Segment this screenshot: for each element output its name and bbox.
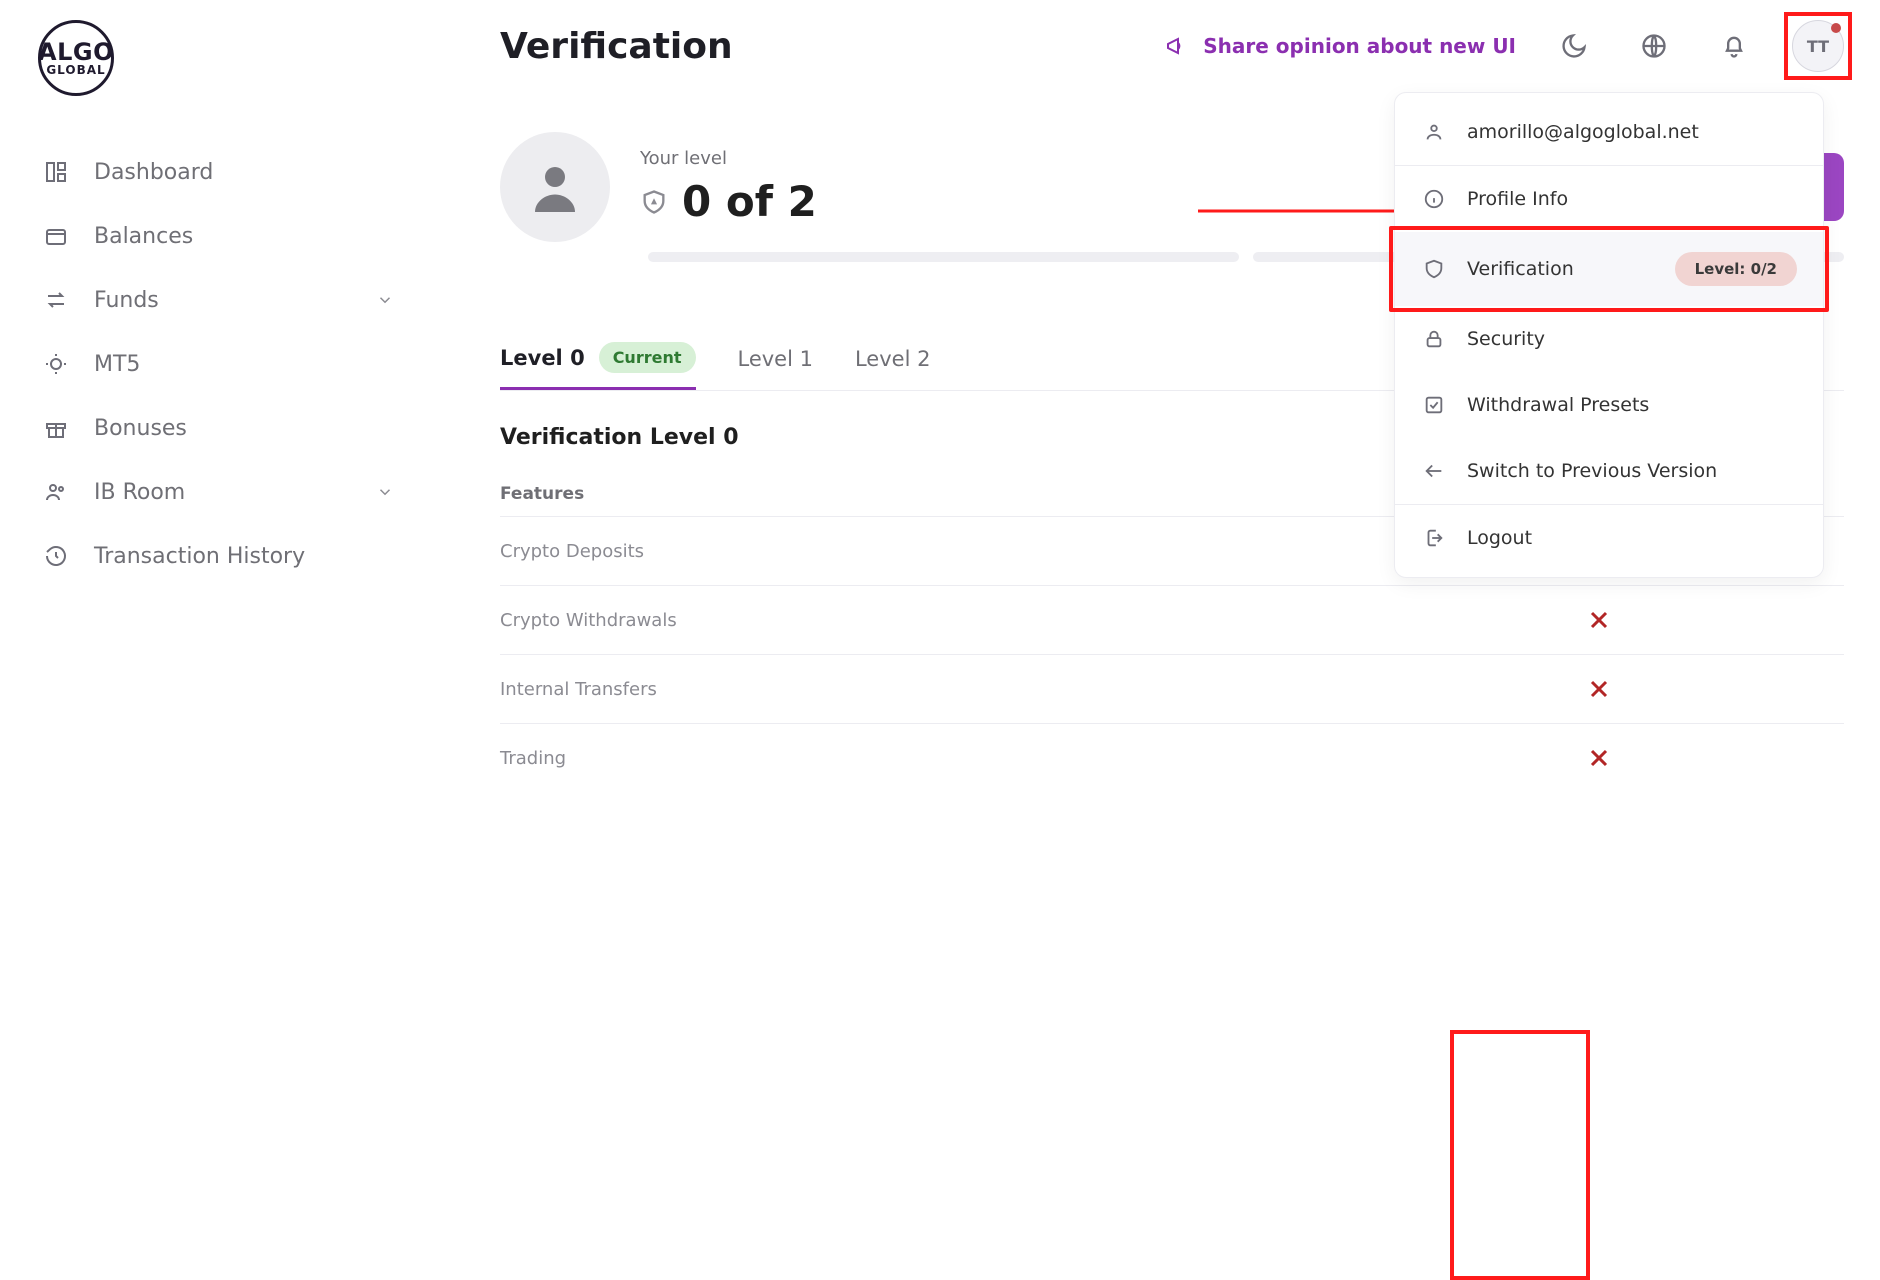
platform-icon: [42, 350, 70, 378]
sidebar-item-label: Transaction History: [94, 544, 305, 569]
cross-icon: [1554, 608, 1644, 632]
menu-email: amorillo@algoglobal.net: [1395, 99, 1823, 165]
user-menu: amorillo@algoglobal.net Profile Info Ver…: [1394, 92, 1824, 578]
user-avatar[interactable]: TT: [1792, 20, 1844, 72]
tab-label: Level 0: [500, 346, 585, 370]
tab-level2[interactable]: Level 2: [855, 347, 930, 385]
menu-security[interactable]: Security: [1395, 306, 1823, 372]
menu-label: Verification: [1467, 258, 1574, 280]
verification-level-pill: Level: 0/2: [1675, 252, 1797, 286]
dashboard-icon: [42, 158, 70, 186]
sidebar-item-label: Funds: [94, 288, 159, 313]
logo-line1: ALGO: [38, 40, 114, 64]
feature-name: Internal Transfers: [500, 679, 657, 700]
tab-level0[interactable]: Level 0 Current: [500, 342, 696, 390]
menu-label: Profile Info: [1467, 188, 1568, 210]
current-badge: Current: [599, 342, 696, 373]
menu-label: Withdrawal Presets: [1467, 394, 1649, 416]
menu-verification[interactable]: Verification Level: 0/2: [1395, 232, 1823, 306]
menu-label: Logout: [1467, 527, 1532, 549]
main-content: Verification Share opinion about new UI: [408, 20, 1844, 792]
sidebar-item-label: Bonuses: [94, 416, 187, 441]
tab-level1[interactable]: Level 1: [738, 347, 813, 385]
chevron-down-icon: [376, 291, 394, 309]
notification-dot-icon: [1831, 23, 1841, 33]
arrow-left-icon: [1421, 458, 1447, 484]
menu-label: Security: [1467, 328, 1545, 350]
shield-badge-icon: [640, 188, 668, 216]
language-button[interactable]: [1632, 24, 1676, 68]
history-icon: [42, 542, 70, 570]
tab-label: Level 1: [738, 347, 813, 371]
gift-icon: [42, 414, 70, 442]
sidebar-item-mt5[interactable]: MT5: [28, 334, 408, 394]
feature-row: Crypto Withdrawals: [500, 585, 1844, 654]
sidebar-item-dashboard[interactable]: Dashboard: [28, 142, 408, 202]
cross-icon: [1554, 677, 1644, 701]
menu-logout[interactable]: Logout: [1395, 504, 1823, 571]
sidebar-nav: Dashboard Balances Funds: [28, 142, 408, 586]
info-icon: [1421, 186, 1447, 212]
logo-line2: GLOBAL: [46, 64, 105, 76]
notifications-button[interactable]: [1712, 24, 1756, 68]
theme-toggle[interactable]: [1552, 24, 1596, 68]
avatar-initials: TT: [1807, 37, 1829, 56]
shield-icon: [1421, 256, 1447, 282]
feature-name: Crypto Withdrawals: [500, 610, 677, 631]
users-icon: [42, 478, 70, 506]
sidebar-item-label: MT5: [94, 352, 140, 377]
features-col-header: Features: [500, 484, 584, 504]
lock-icon: [1421, 326, 1447, 352]
sidebar-item-history[interactable]: Transaction History: [28, 526, 408, 586]
menu-email-text: amorillo@algoglobal.net: [1467, 121, 1699, 143]
level-label: Your level: [640, 148, 817, 169]
tab-label: Level 2: [855, 347, 930, 371]
level-value: 0 of 2: [682, 177, 817, 226]
sidebar-item-bonuses[interactable]: Bonuses: [28, 398, 408, 458]
feature-name: Crypto Deposits: [500, 541, 644, 562]
sidebar-item-funds[interactable]: Funds: [28, 270, 408, 330]
sidebar-item-label: IB Room: [94, 480, 185, 505]
wallet-icon: [42, 222, 70, 250]
globe-icon: [1640, 32, 1668, 60]
sidebar-item-ibroom[interactable]: IB Room: [28, 462, 408, 522]
cross-icon: [1554, 746, 1644, 770]
checkbox-icon: [1421, 392, 1447, 418]
menu-label: Switch to Previous Version: [1467, 460, 1717, 482]
feature-name: Trading: [500, 748, 566, 769]
bell-icon: [1720, 32, 1748, 60]
share-opinion-button[interactable]: Share opinion about new UI: [1165, 34, 1516, 58]
sidebar-item-label: Dashboard: [94, 160, 213, 185]
transfer-icon: [42, 286, 70, 314]
sidebar-item-label: Balances: [94, 224, 193, 249]
menu-profile-info[interactable]: Profile Info: [1395, 165, 1823, 232]
page-title: Verification: [500, 26, 733, 67]
user-icon: [1421, 119, 1447, 145]
logo[interactable]: ALGO GLOBAL: [28, 20, 408, 142]
megaphone-icon: [1165, 34, 1189, 58]
profile-avatar: [500, 132, 610, 242]
sidebar-item-balances[interactable]: Balances: [28, 206, 408, 266]
logout-icon: [1421, 525, 1447, 551]
sidebar: ALGO GLOBAL Dashboard Balances: [28, 20, 408, 586]
feature-row: Internal Transfers: [500, 654, 1844, 723]
progress-bar-1: [648, 252, 1239, 262]
annotation-highlight-allowed: [1450, 1030, 1590, 1280]
share-opinion-label: Share opinion about new UI: [1203, 34, 1516, 58]
feature-row: Trading: [500, 723, 1844, 792]
moon-icon: [1560, 32, 1588, 60]
menu-switch-version[interactable]: Switch to Previous Version: [1395, 438, 1823, 504]
chevron-down-icon: [376, 483, 394, 501]
menu-withdrawal-presets[interactable]: Withdrawal Presets: [1395, 372, 1823, 438]
